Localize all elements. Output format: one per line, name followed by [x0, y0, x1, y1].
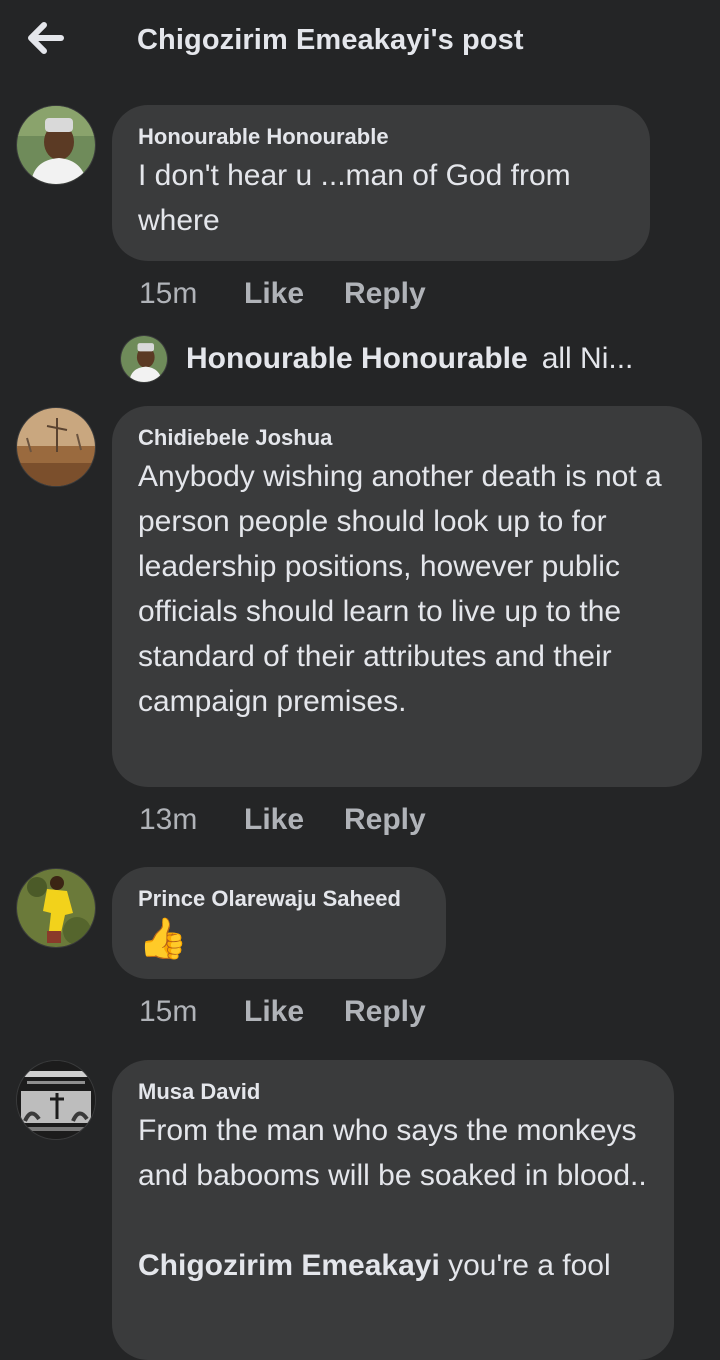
- comment-text: From the man who says the monkeys and ba…: [138, 1114, 647, 1192]
- like-button[interactable]: Like: [244, 995, 344, 1029]
- thumbs-up-emoji: 👍: [138, 917, 188, 961]
- avatar[interactable]: [17, 408, 95, 486]
- comment-bubble[interactable]: Honourable Honourable I don't hear u ...…: [112, 105, 650, 261]
- comment-bubble[interactable]: Musa David From the man who says the mon…: [112, 1060, 674, 1360]
- reply-button[interactable]: Reply: [344, 803, 426, 837]
- avatar-man-with-cap-icon: [17, 106, 95, 184]
- avatar-poster-image-icon: [17, 1061, 95, 1139]
- comment-text-mention-line: Chigozirim Emeakayi you're a fool: [138, 1243, 648, 1288]
- mention-suffix: you're a fool: [448, 1249, 611, 1282]
- reply-preview[interactable]: Honourable Honourable all Ni...: [121, 335, 633, 383]
- comment-actions: 15m Like Reply: [139, 277, 426, 311]
- reply-avatar: [121, 336, 167, 382]
- comment-actions: 13m Like Reply: [139, 803, 426, 837]
- mention-link[interactable]: Chigozirim Emeakayi: [138, 1249, 440, 1282]
- comment-bubble[interactable]: Prince Olarewaju Saheed 👍: [112, 867, 446, 979]
- avatar[interactable]: [17, 106, 95, 184]
- arrow-left-icon: [28, 22, 64, 54]
- back-button[interactable]: [24, 18, 68, 58]
- comment-author[interactable]: Honourable Honourable: [138, 123, 624, 151]
- comment-time: 15m: [139, 277, 198, 310]
- comment-time: 13m: [139, 803, 198, 836]
- comment-bubble[interactable]: Chidiebele Joshua Anybody wishing anothe…: [112, 406, 702, 787]
- like-button[interactable]: Like: [244, 803, 344, 837]
- comment-actions: 15m Like Reply: [139, 995, 426, 1029]
- avatar-person-in-yellow-icon: [17, 869, 95, 947]
- page-title: Chigozirim Emeakayi's post: [137, 24, 524, 56]
- avatar-man-with-cap-small-icon: [121, 336, 167, 382]
- avatar[interactable]: [17, 869, 95, 947]
- avatar[interactable]: [17, 1061, 95, 1139]
- comment-author[interactable]: Chidiebele Joshua: [138, 424, 676, 452]
- comment-author[interactable]: Musa David: [138, 1078, 648, 1106]
- reply-button[interactable]: Reply: [344, 277, 426, 311]
- reply-button[interactable]: Reply: [344, 995, 426, 1029]
- reply-author: Honourable Honourable: [186, 342, 528, 375]
- comment-author[interactable]: Prince Olarewaju Saheed: [138, 885, 420, 913]
- comment-time: 15m: [139, 995, 198, 1028]
- comment-text: Anybody wishing another death is not a p…: [138, 460, 671, 718]
- comment-text: I don't hear u ...man of God from where: [138, 159, 579, 237]
- avatar-landscape-icon: [17, 408, 95, 486]
- like-button[interactable]: Like: [244, 277, 344, 311]
- top-bar: Chigozirim Emeakayi's post: [0, 0, 720, 88]
- reply-snippet: all Ni...: [541, 342, 634, 375]
